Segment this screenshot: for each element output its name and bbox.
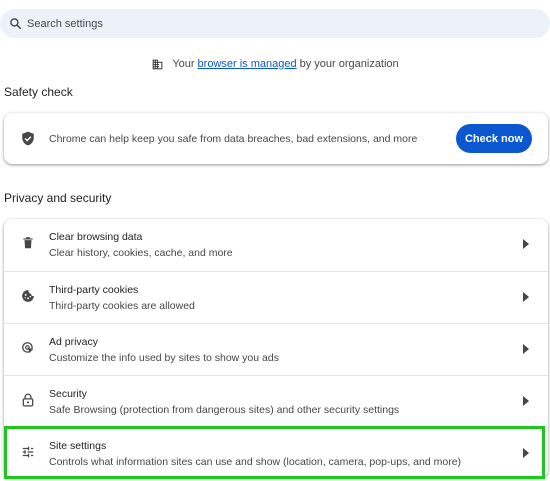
site-settings-row[interactable]: Site settings Controls what information …: [4, 427, 548, 479]
clear-browsing-data-row[interactable]: Clear browsing data Clear history, cooki…: [4, 219, 548, 271]
safety-check-description: Chrome can help keep you safe from data …: [49, 132, 418, 145]
arrow-right-icon: [523, 396, 529, 406]
row-title: Security: [49, 388, 87, 400]
trash-icon: [23, 237, 33, 249]
search-bar[interactable]: [0, 9, 550, 38]
safety-check-card: Chrome can help keep you safe from data …: [4, 113, 548, 164]
ad-privacy-icon: [22, 342, 34, 354]
row-title: Clear browsing data: [49, 231, 143, 243]
managed-suffix: by your organization: [299, 58, 399, 70]
building-icon: [152, 59, 163, 69]
row-subtitle: Third-party cookies are allowed: [49, 300, 195, 312]
safety-check-title: Safety check: [4, 85, 73, 99]
ad-privacy-row[interactable]: Ad privacy Customize the info used by si…: [4, 323, 548, 375]
privacy-security-title: Privacy and security: [4, 191, 112, 205]
row-title: Site settings: [49, 440, 107, 452]
row-subtitle: Controls what information sites can use …: [49, 456, 462, 468]
row-subtitle: Clear history, cookies, cache, and more: [49, 247, 233, 259]
row-subtitle: Customize the info used by sites to show…: [49, 352, 279, 364]
search-input[interactable]: [27, 17, 507, 30]
shield-check-icon: [22, 131, 34, 146]
arrow-right-icon: [523, 292, 529, 302]
search-icon: [10, 18, 22, 30]
lock-icon: [22, 393, 34, 407]
arrow-right-icon: [523, 344, 529, 354]
managed-link[interactable]: browser is managed: [198, 58, 297, 70]
arrow-right-icon: [523, 448, 529, 458]
row-title: Third-party cookies: [49, 284, 139, 296]
row-title: Ad privacy: [49, 336, 99, 348]
cookie-icon: [22, 290, 34, 302]
managed-prefix: Your: [172, 58, 195, 70]
managed-notice: Your browser is managed by your organiza…: [0, 56, 550, 72]
arrow-right-icon: [523, 239, 529, 249]
security-row[interactable]: Security Safe Browsing (protection from …: [4, 375, 548, 427]
privacy-security-card: Clear browsing data Clear history, cooki…: [4, 219, 548, 478]
sliders-icon: [22, 446, 34, 458]
check-now-button[interactable]: Check now: [456, 124, 532, 153]
third-party-cookies-row[interactable]: Third-party cookies Third-party cookies …: [4, 271, 548, 323]
row-subtitle: Safe Browsing (protection from dangerous…: [49, 404, 400, 416]
